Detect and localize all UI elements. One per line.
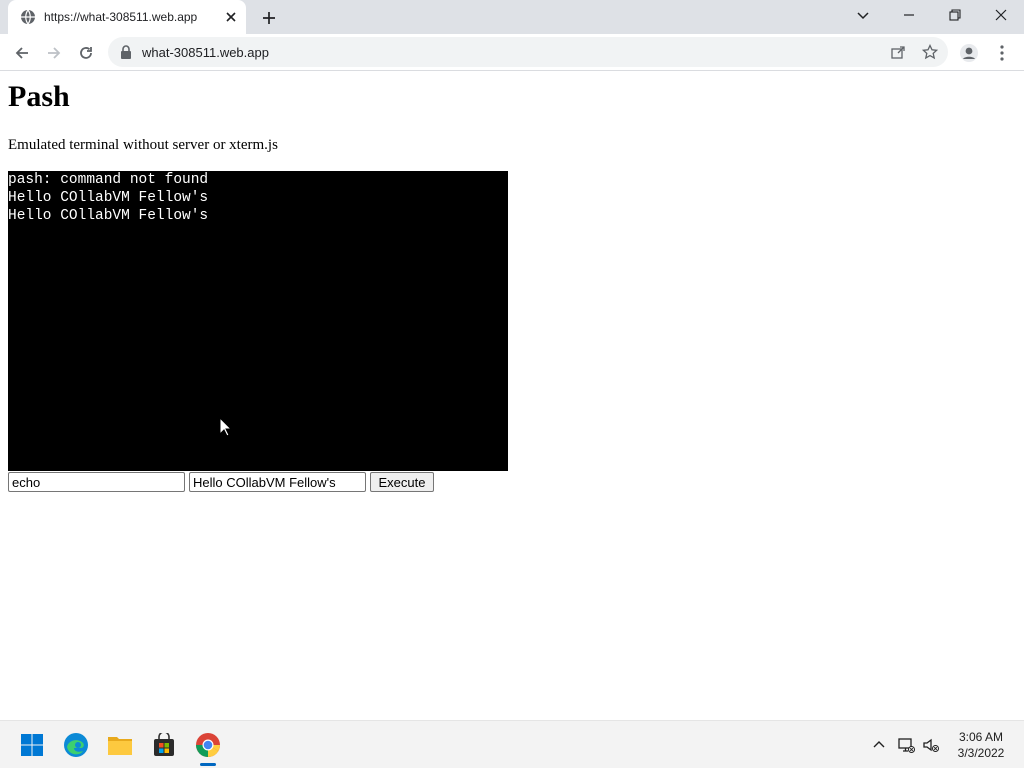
menu-kebab-icon[interactable] — [991, 42, 1013, 64]
chevron-up-icon[interactable] — [870, 736, 888, 754]
clock-time: 3:06 AM — [958, 730, 1004, 744]
new-tab-button[interactable] — [260, 9, 278, 27]
url-text[interactable]: what-308511.web.app — [142, 45, 269, 60]
store-icon[interactable] — [148, 729, 180, 761]
tab-strip: https://what-308511.web.app — [0, 0, 1024, 34]
page-content: Pash Emulated terminal without server or… — [0, 72, 1024, 720]
mouse-pointer-icon — [219, 416, 233, 437]
edge-icon[interactable] — [60, 729, 92, 761]
close-tab-icon[interactable] — [224, 10, 238, 24]
argument-input[interactable] — [189, 472, 366, 492]
lock-icon[interactable] — [120, 45, 132, 59]
back-button[interactable] — [11, 42, 33, 64]
bookmark-star-icon[interactable] — [921, 43, 939, 60]
start-icon[interactable] — [16, 729, 48, 761]
execute-button[interactable]: Execute — [370, 472, 434, 492]
address-bar[interactable]: what-308511.web.app — [108, 37, 948, 67]
page-subtitle: Emulated terminal without server or xter… — [8, 137, 278, 153]
page-title: Pash — [8, 80, 70, 113]
close-window-button[interactable] — [978, 0, 1024, 30]
tab-search-icon[interactable] — [840, 0, 886, 30]
volume-muted-icon[interactable] — [922, 736, 940, 754]
profile-avatar-icon[interactable] — [958, 42, 980, 64]
command-input[interactable] — [8, 472, 185, 492]
globe-icon — [20, 9, 36, 25]
share-icon[interactable] — [890, 44, 906, 60]
terminal-output[interactable]: pash: command not found Hello COllabVM F… — [8, 171, 508, 471]
network-icon[interactable] — [897, 736, 915, 754]
chrome-icon[interactable] — [192, 729, 224, 761]
terminal-line: Hello COllabVM Fellow's — [8, 208, 209, 224]
reload-button[interactable] — [75, 42, 97, 64]
tab-title: https://what-308511.web.app — [44, 10, 198, 24]
active-app-indicator — [200, 763, 216, 766]
browser-toolbar: what-308511.web.app — [0, 34, 1024, 71]
browser-tab[interactable]: https://what-308511.web.app — [8, 0, 246, 34]
forward-button[interactable] — [43, 42, 65, 64]
terminal-line: Hello COllabVM Fellow's — [8, 190, 209, 206]
file-explorer-icon[interactable] — [104, 729, 136, 761]
restore-button[interactable] — [932, 0, 978, 30]
clock-date: 3/3/2022 — [957, 746, 1005, 760]
taskbar: 3:06 AM 3/3/2022 — [0, 720, 1024, 768]
system-clock[interactable]: 3:06 AM 3/3/2022 — [944, 729, 1018, 761]
terminal-line: pash: command not found — [8, 172, 209, 188]
minimize-button[interactable] — [886, 0, 932, 30]
